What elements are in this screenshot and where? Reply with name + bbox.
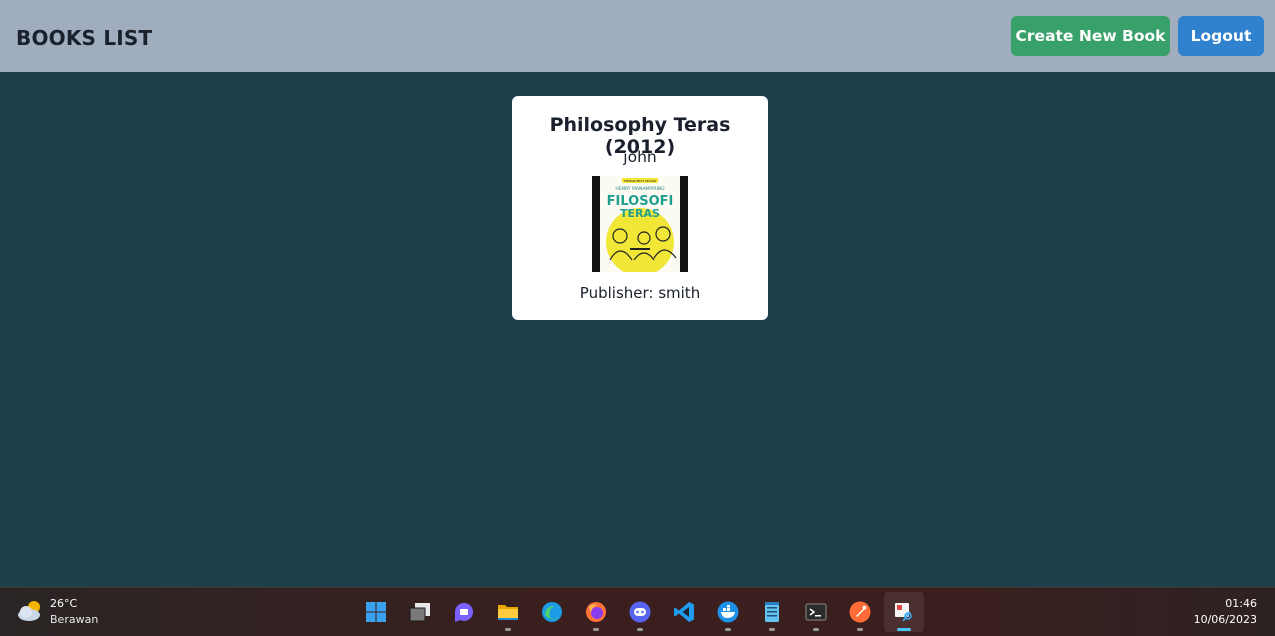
firefox-icon[interactable] (576, 592, 616, 632)
docker-icon[interactable] (708, 592, 748, 632)
notepad-icon[interactable] (752, 592, 792, 632)
cover-title-line2: TERAS (620, 207, 660, 220)
logout-button[interactable]: Logout (1178, 16, 1264, 56)
create-new-book-button[interactable]: Create New Book (1011, 16, 1170, 56)
running-indicator (593, 628, 599, 631)
edge-icon[interactable] (532, 592, 572, 632)
clock-date[interactable]: 10/06/2023 (1194, 613, 1257, 626)
discord-icon[interactable] (620, 592, 660, 632)
running-indicator (769, 628, 775, 631)
cloud-sun-icon[interactable] (16, 598, 44, 624)
clock-time[interactable]: 01:46 (1225, 597, 1257, 610)
taskbar: 26°C Berawan 01:46 10/06/2023 (0, 587, 1275, 636)
teams-chat-icon[interactable] (444, 592, 484, 632)
running-indicator (857, 628, 863, 631)
book-publisher: Publisher: smith (579, 284, 701, 302)
running-indicator (637, 628, 643, 631)
windows-icon[interactable] (356, 592, 396, 632)
app-header: BOOKS LIST Create New Book Logout (0, 0, 1275, 72)
vscode-icon[interactable] (664, 592, 704, 632)
running-indicator (813, 628, 819, 631)
running-indicator (505, 628, 511, 631)
task-view-icon[interactable] (400, 592, 440, 632)
book-author: john (623, 148, 657, 166)
page-title: BOOKS LIST (16, 26, 153, 50)
terminal-icon[interactable] (796, 592, 836, 632)
snipping-tool-icon[interactable] (884, 592, 924, 632)
weather-condition[interactable]: Berawan (50, 613, 98, 626)
folder-icon[interactable] (488, 592, 528, 632)
cover-author-text: HENRY MANAMPIRING (615, 186, 665, 192)
running-indicator (725, 628, 731, 631)
running-indicator (897, 628, 911, 631)
weather-temperature[interactable]: 26°C (50, 597, 77, 610)
postman-icon[interactable] (840, 592, 880, 632)
cover-badge-text: FIRMAN BEST SELLER (624, 179, 656, 183)
book-card[interactable]: Philosophy Teras (2012) john FIRMAN BEST… (512, 96, 768, 320)
book-cover-image: FIRMAN BEST SELLER HENRY MANAMPIRING FIL… (592, 176, 688, 272)
